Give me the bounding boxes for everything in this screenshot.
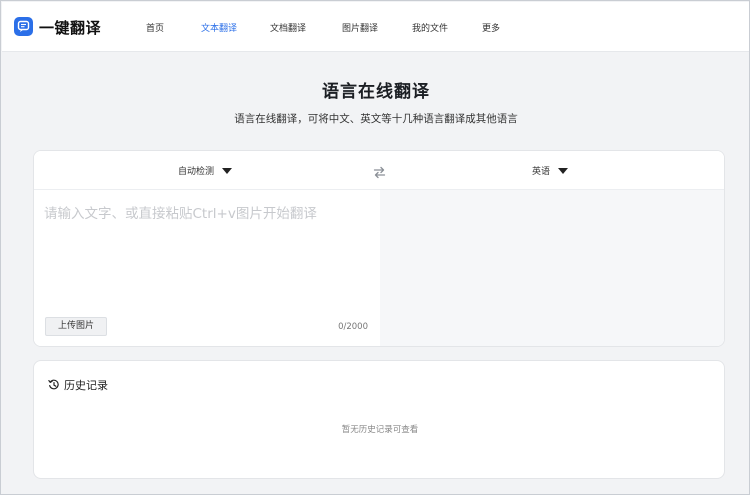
upload-image-button[interactable]: 上传图片 <box>45 317 107 336</box>
target-language-label: 英语 <box>532 167 551 177</box>
source-pane: 上传图片 0/2000 <box>34 190 380 346</box>
history-panel: 历史记录 暂无历史记录可查看 <box>33 360 725 479</box>
source-language-label: 自动检测 <box>178 167 215 177</box>
history-icon <box>48 379 59 390</box>
nav-more[interactable]: 更多 <box>482 21 500 34</box>
nav-doc-translate[interactable]: 文档翻译 <box>270 21 306 34</box>
nav-home[interactable]: 首页 <box>146 21 164 34</box>
app-frame: 一键翻译 首页 文本翻译 文档翻译 图片翻译 我的文件 更多 语言在线翻译 语言… <box>0 0 750 495</box>
language-bar: 自动检测 英语 <box>34 151 724 190</box>
translation-output-pane <box>380 190 724 346</box>
history-empty-message: 暂无历史记录可查看 <box>341 425 419 435</box>
history-header: 历史记录 <box>48 377 108 393</box>
top-header: 一键翻译 首页 文本翻译 文档翻译 图片翻译 我的文件 更多 <box>2 2 749 52</box>
source-text-input[interactable] <box>44 202 374 302</box>
swap-icon[interactable] <box>373 164 386 183</box>
character-counter: 0/2000 <box>338 322 368 332</box>
nav-text-translate[interactable]: 文本翻译 <box>201 21 237 34</box>
history-title: 历史记录 <box>64 379 108 392</box>
nav-my-files[interactable]: 我的文件 <box>412 21 448 34</box>
brand-name[interactable]: 一键翻译 <box>39 17 101 38</box>
target-language-select[interactable]: 英语 <box>532 164 569 177</box>
chevron-down-icon <box>558 167 569 174</box>
source-language-select[interactable]: 自动检测 <box>178 164 233 177</box>
app-logo-icon[interactable] <box>14 17 33 36</box>
translate-panel: 自动检测 英语 上传图片 0/2000 <box>33 150 725 347</box>
page-subtitle: 语言在线翻译，可将中文、英文等十几种语言翻译成其他语言 <box>234 113 518 125</box>
page-title: 语言在线翻译 <box>322 82 430 102</box>
nav-image-translate[interactable]: 图片翻译 <box>342 21 378 34</box>
chevron-down-icon <box>222 167 233 174</box>
